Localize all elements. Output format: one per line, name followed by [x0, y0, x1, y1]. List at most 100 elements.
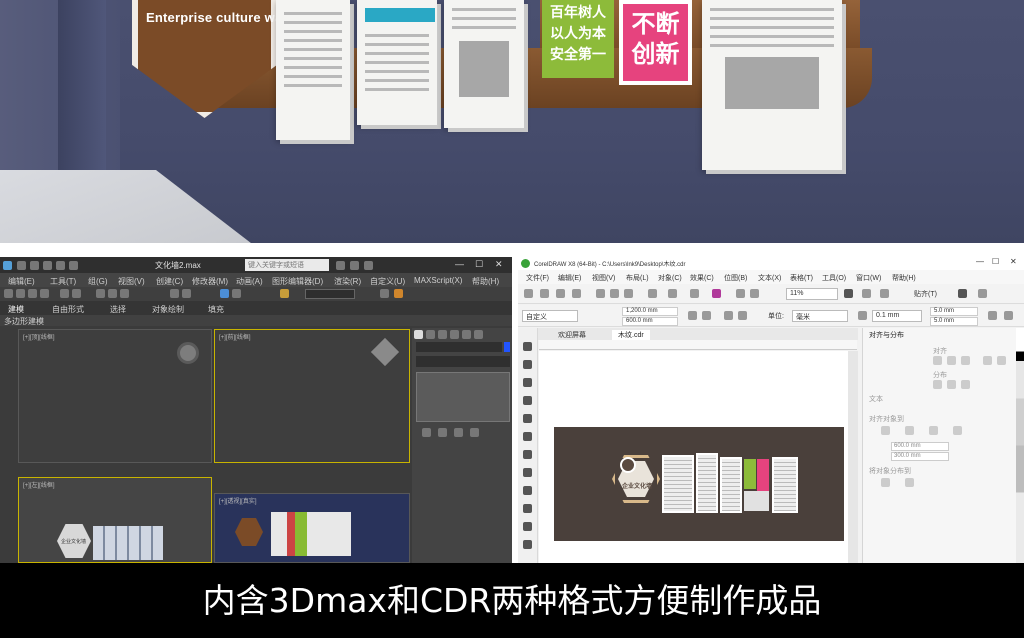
page-edge-icon[interactable]: [905, 426, 914, 435]
link-icon[interactable]: [28, 289, 37, 298]
create-tab-icon[interactable]: [414, 330, 423, 339]
viewcube-icon[interactable]: [370, 337, 400, 367]
menu-item[interactable]: 文本(X): [758, 273, 781, 283]
options-gear-icon[interactable]: [958, 289, 967, 298]
portrait-icon[interactable]: [688, 311, 697, 320]
align-center-v-icon[interactable]: [997, 356, 1006, 365]
connector-tool-icon[interactable]: [523, 522, 532, 531]
landscape-icon[interactable]: [702, 311, 711, 320]
grid-icon[interactable]: [953, 426, 962, 435]
render-icon[interactable]: [394, 289, 403, 298]
ribbon-tab[interactable]: 自由形式: [52, 304, 84, 315]
redo-icon[interactable]: [69, 261, 78, 270]
artistic-media-tool-icon[interactable]: [523, 432, 532, 441]
ribbon-tab[interactable]: 填充: [208, 304, 224, 315]
pin-stack-icon[interactable]: [422, 428, 431, 437]
modifier-stack[interactable]: [416, 372, 510, 422]
page-center-icon[interactable]: [929, 426, 938, 435]
align-top-icon[interactable]: [983, 356, 992, 365]
color-palette[interactable]: [1016, 328, 1024, 563]
duplicate-x-input[interactable]: 5.0 mm: [930, 307, 978, 316]
page-preset-dropdown[interactable]: 自定义: [522, 310, 578, 322]
close-icon[interactable]: ✕: [495, 259, 503, 270]
menu-item[interactable]: 图形编辑器(D): [272, 276, 323, 287]
snap-to-dropdown[interactable]: 贴齐(T): [914, 289, 937, 299]
undo-icon[interactable]: [648, 289, 657, 298]
menu-item[interactable]: 表格(T): [790, 273, 813, 283]
snap-icon[interactable]: [170, 289, 179, 298]
page-width-input[interactable]: 1,200.0 mm: [622, 307, 678, 316]
position-y-input[interactable]: 300.0 mm: [891, 452, 949, 461]
open-icon[interactable]: [540, 289, 549, 298]
page-height-input[interactable]: 600.0 mm: [622, 317, 678, 326]
all-pages-icon[interactable]: [724, 311, 733, 320]
align-center-h-icon[interactable]: [947, 356, 956, 365]
remove-modifier-icon[interactable]: [470, 428, 479, 437]
ribbon-tab[interactable]: 对象绘制: [152, 304, 184, 315]
export-icon[interactable]: [750, 289, 759, 298]
viewport-top[interactable]: [+][顶][线框]: [18, 329, 212, 463]
paste-icon[interactable]: [624, 289, 633, 298]
save-icon[interactable]: [43, 261, 52, 270]
application-launcher-icon[interactable]: [978, 289, 987, 298]
nudge-distance-input[interactable]: 0.1 mm: [872, 310, 922, 322]
maximize-icon[interactable]: ☐: [992, 257, 999, 266]
new-document-icon[interactable]: [524, 289, 533, 298]
distribute-left-icon[interactable]: [933, 380, 942, 389]
new-file-icon[interactable]: [17, 261, 26, 270]
max-search-input[interactable]: 键入关键字或短语: [245, 259, 329, 271]
unlink-icon[interactable]: [40, 289, 49, 298]
pick-tool-icon[interactable]: [523, 342, 532, 351]
object-name-field[interactable]: [416, 342, 502, 352]
utilities-tab-icon[interactable]: [474, 330, 483, 339]
menu-item[interactable]: 帮助(H): [892, 273, 916, 283]
menu-item[interactable]: 文件(F): [526, 273, 549, 283]
menu-item[interactable]: 位图(B): [724, 273, 747, 283]
menu-item[interactable]: 工具(T): [50, 276, 76, 287]
viewport-perspective[interactable]: [+][透视][真实]: [214, 493, 410, 563]
object-color-swatch[interactable]: [504, 342, 510, 352]
menu-item[interactable]: 视图(V): [592, 273, 615, 283]
render-setup-icon[interactable]: [380, 289, 389, 298]
minimize-icon[interactable]: —: [455, 259, 464, 269]
max-app-icon[interactable]: [3, 261, 12, 270]
current-page-icon[interactable]: [738, 311, 747, 320]
distribute-center-icon[interactable]: [947, 380, 956, 389]
text-tool-icon[interactable]: [523, 504, 532, 513]
display-tab-icon[interactable]: [462, 330, 471, 339]
binoculars-icon[interactable]: [336, 261, 345, 270]
rotate-icon[interactable]: [108, 289, 117, 298]
distribute-right-icon[interactable]: [961, 380, 970, 389]
menu-item[interactable]: 渲染(R): [334, 276, 361, 287]
ellipse-tool-icon[interactable]: [523, 468, 532, 477]
angle-snap-icon[interactable]: [182, 289, 191, 298]
edit-fill-icon[interactable]: [988, 311, 997, 320]
minimize-icon[interactable]: —: [976, 257, 984, 266]
shape-tool-icon[interactable]: [523, 360, 532, 369]
search-content-icon[interactable]: [690, 289, 699, 298]
maximize-icon[interactable]: ☐: [475, 259, 483, 270]
menu-item[interactable]: 编辑(E): [8, 276, 35, 287]
move-icon[interactable]: [96, 289, 105, 298]
make-unique-icon[interactable]: [454, 428, 463, 437]
menu-item[interactable]: 动画(A): [236, 276, 263, 287]
mirror-icon[interactable]: [220, 289, 229, 298]
ribbon-tab[interactable]: 建模: [8, 304, 24, 315]
close-icon[interactable]: ✕: [1010, 257, 1017, 266]
position-x-input[interactable]: 600.0 mm: [891, 442, 949, 451]
full-screen-icon[interactable]: [844, 289, 853, 298]
menu-item[interactable]: 帮助(H): [472, 276, 499, 287]
menu-item[interactable]: 窗口(W): [856, 273, 881, 283]
select-region-icon[interactable]: [72, 289, 81, 298]
viewport-front[interactable]: [+][前][线框]: [214, 329, 410, 463]
polygon-tool-icon[interactable]: [523, 486, 532, 495]
align-right-icon[interactable]: [961, 356, 970, 365]
save-icon[interactable]: [556, 289, 565, 298]
menu-item[interactable]: 布局(L): [626, 273, 649, 283]
undo-tool-icon[interactable]: [4, 289, 13, 298]
freehand-tool-icon[interactable]: [523, 414, 532, 423]
edit-outline-icon[interactable]: [1004, 311, 1013, 320]
corel-connect-icon[interactable]: [712, 289, 721, 298]
import-icon[interactable]: [736, 289, 745, 298]
modify-tab-icon[interactable]: [426, 330, 435, 339]
